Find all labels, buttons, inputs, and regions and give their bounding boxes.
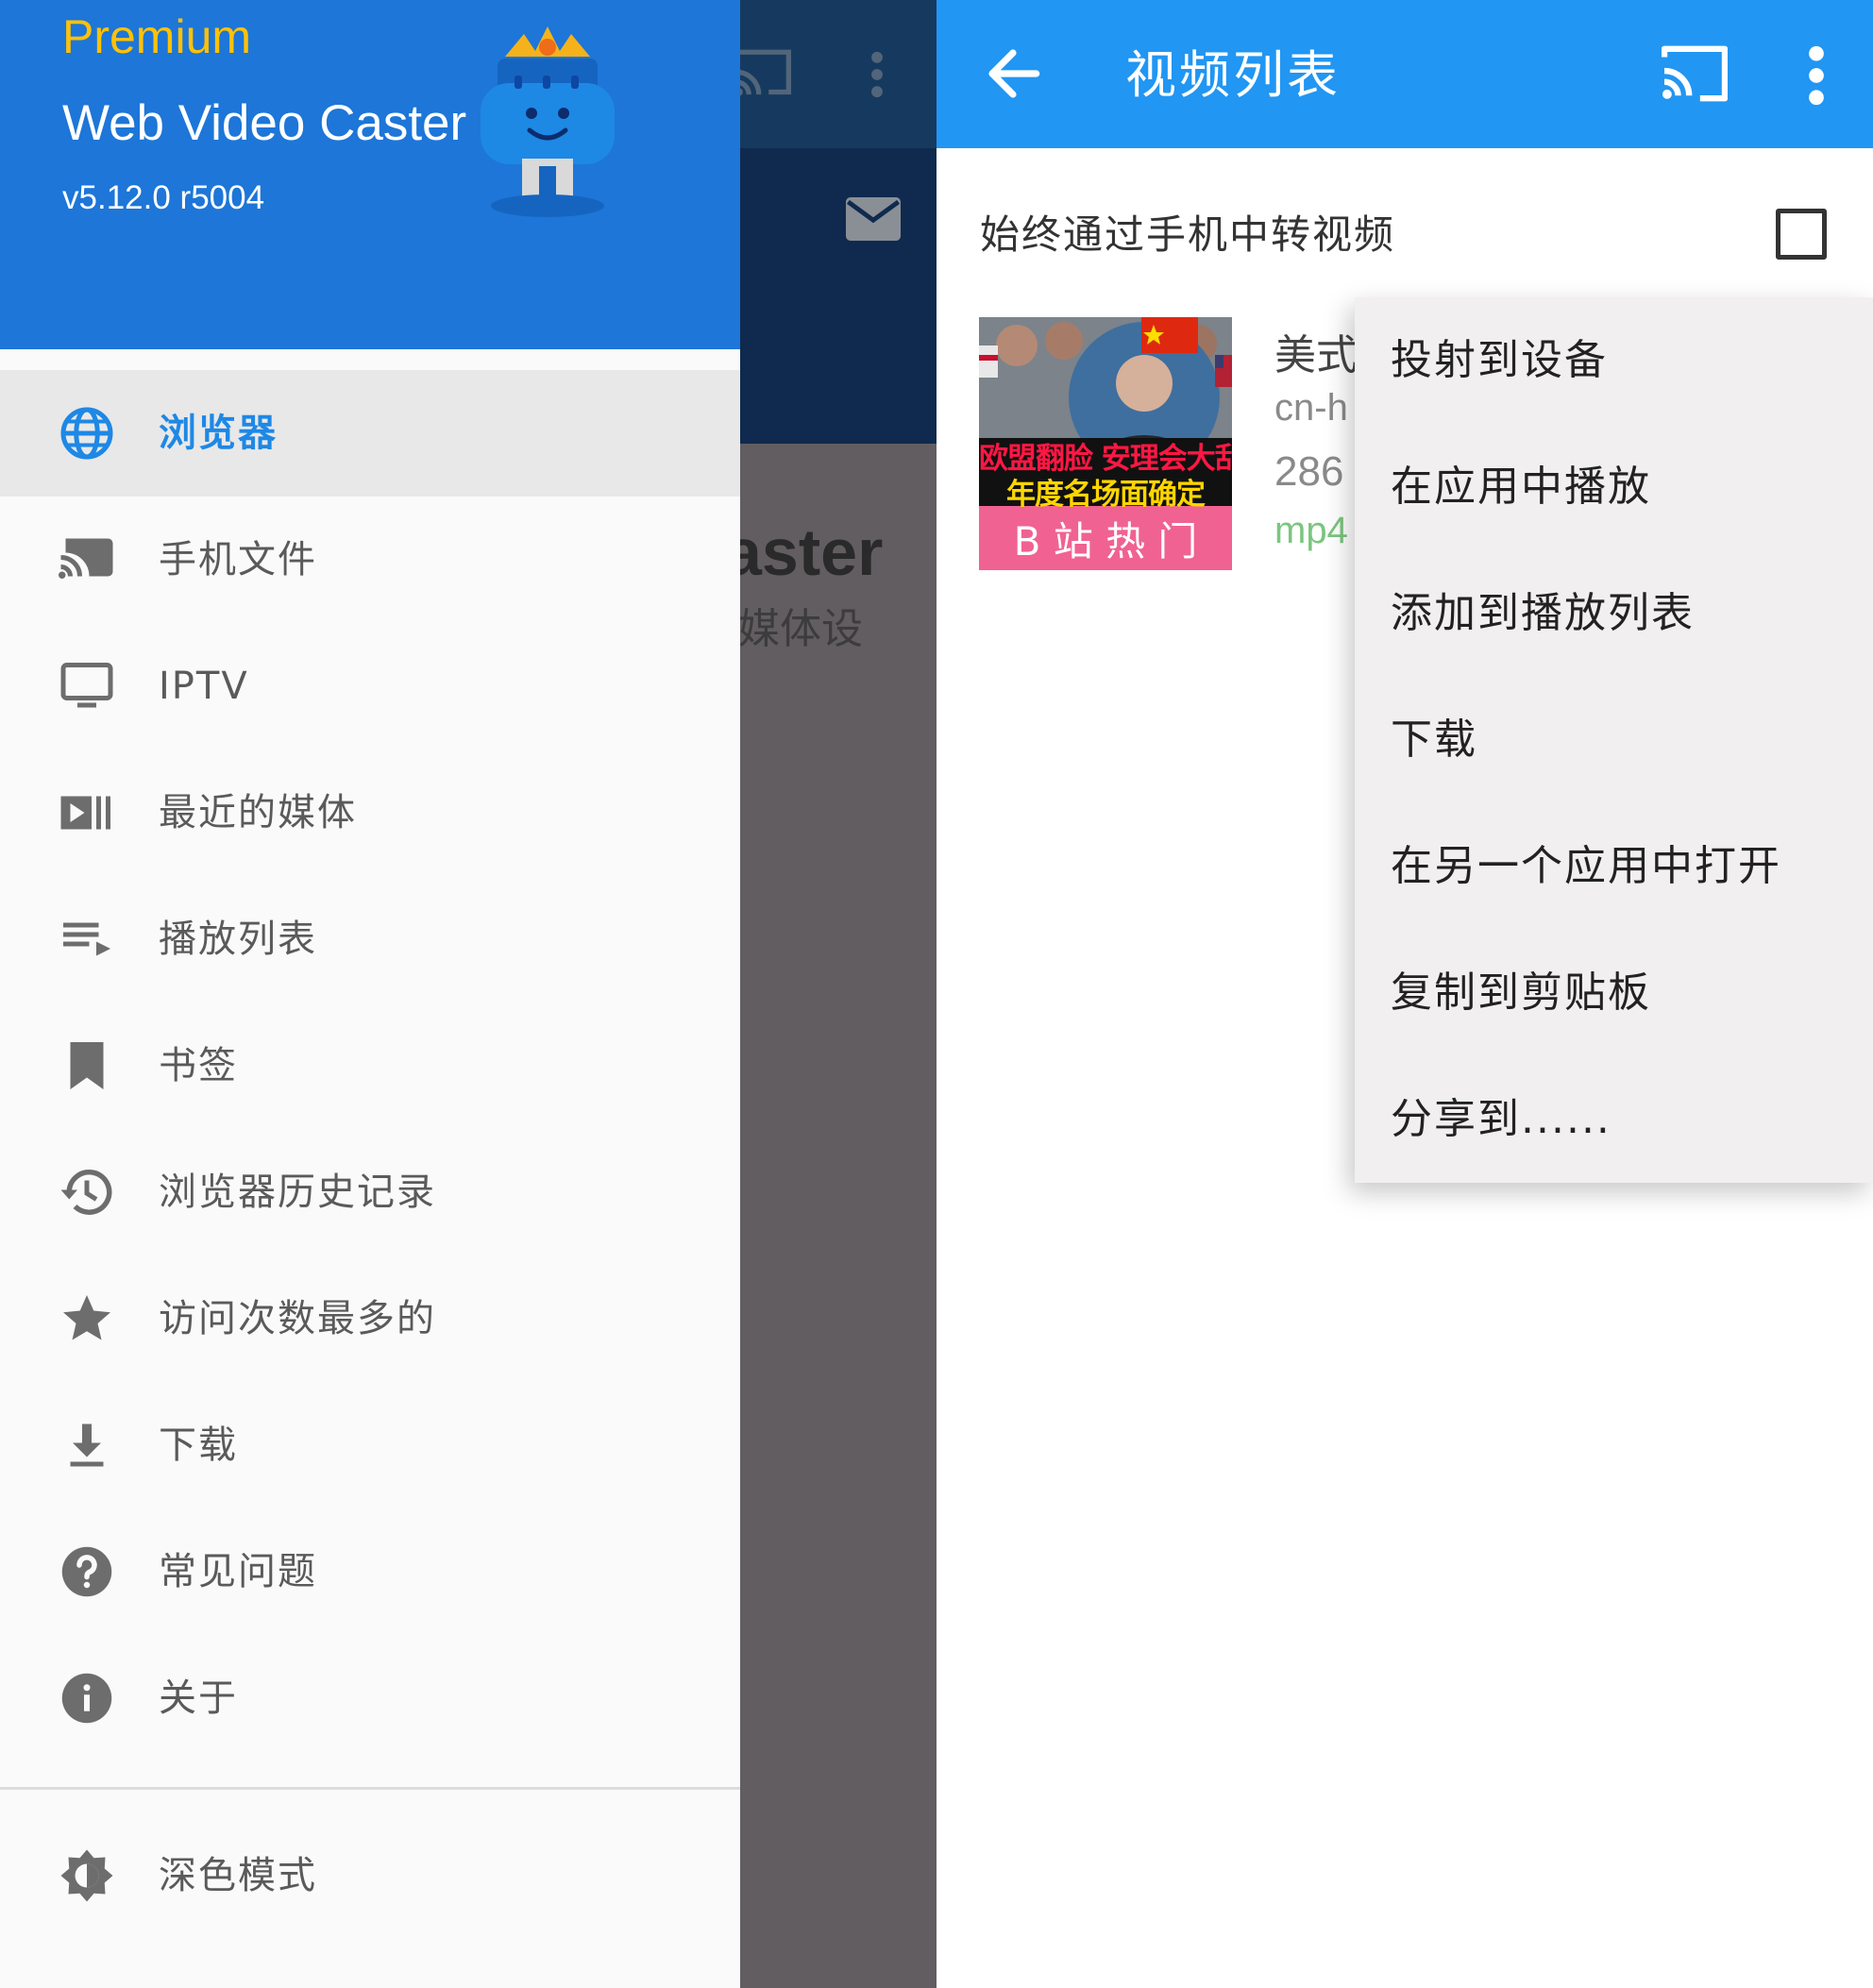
sidebar-item-label: 手机文件 xyxy=(159,538,317,581)
sidebar-item-label: 下载 xyxy=(159,1424,238,1467)
sidebar-item-phone-files[interactable]: 手机文件 xyxy=(0,497,740,623)
playlist-icon xyxy=(59,911,115,968)
more-vert-icon[interactable] xyxy=(1807,45,1826,106)
sidebar-item-most-visited[interactable]: 访问次数最多的 xyxy=(0,1255,740,1382)
sidebar-item-label: 浏览器历史记录 xyxy=(159,1171,436,1214)
drawer-divider xyxy=(0,1787,740,1790)
sidebar-item-label: 浏览器 xyxy=(159,412,278,455)
video-title[interactable]: 美式 xyxy=(1274,321,1358,381)
video-list-screen: 视频列表 始终通过手机中转视频 欧盟翻脸 安理会大乱 年度名场面确定 B 站 热… xyxy=(936,0,1873,1988)
relay-setting-label: 始终通过手机中转视频 xyxy=(980,211,1396,258)
drawer-header: Premium Web Video Caster v5.12.0 r5004 xyxy=(0,0,740,349)
sidebar-item-faq[interactable]: 常见问题 xyxy=(0,1508,740,1635)
menu-item-open-in-other-app[interactable]: 在另一个应用中打开 xyxy=(1355,803,1873,930)
background-header-band xyxy=(740,148,936,444)
sidebar-item-bookmarks[interactable]: 书签 xyxy=(0,1002,740,1129)
sidebar-item-playlist[interactable]: 播放列表 xyxy=(0,876,740,1002)
video-thumbnail[interactable]: 欧盟翻脸 安理会大乱 年度名场面确定 B 站 热 门 xyxy=(979,317,1232,570)
video-host: cn-h xyxy=(1274,387,1348,429)
page-title: 视频列表 xyxy=(1125,45,1341,105)
app-bar: 视频列表 xyxy=(936,0,1873,148)
background-app-subtitle: 媒体设 xyxy=(740,605,863,653)
more-vert-icon xyxy=(871,51,883,98)
menu-item-share[interactable]: 分享到...... xyxy=(1355,1056,1873,1183)
background-app-scrim[interactable]: aster 媒体设 xyxy=(740,0,936,1988)
sidebar-item-iptv[interactable]: IPTV xyxy=(0,623,740,750)
menu-item-cast-to-device[interactable]: 投射到设备 xyxy=(1355,297,1873,424)
info-icon xyxy=(59,1670,115,1727)
navigation-drawer: Premium Web Video Caster v5.12.0 r5004 浏… xyxy=(0,0,740,1988)
video-context-menu: 投射到设备 在应用中播放 添加到播放列表 下载 在另一个应用中打开 复制到剪贴板… xyxy=(1355,297,1873,1183)
video-format: mp4 xyxy=(1274,510,1348,551)
sidebar-item-history[interactable]: 浏览器历史记录 xyxy=(0,1129,740,1255)
sidebar-item-recent-media[interactable]: 最近的媒体 xyxy=(0,750,740,876)
cast-icon[interactable] xyxy=(1662,43,1728,104)
back-arrow-icon[interactable] xyxy=(982,42,1044,105)
relay-checkbox[interactable] xyxy=(1776,209,1827,260)
recent-media-icon xyxy=(59,784,115,841)
app-version: v5.12.0 r5004 xyxy=(62,179,265,216)
mail-icon xyxy=(846,197,901,241)
bookmark-icon xyxy=(59,1037,115,1094)
video-size: 286 xyxy=(1274,448,1344,495)
sidebar-item-label: 关于 xyxy=(159,1676,238,1720)
premium-label: Premium xyxy=(62,10,252,63)
sidebar-item-label: 访问次数最多的 xyxy=(159,1297,436,1340)
sidebar-item-label: IPTV xyxy=(159,665,249,708)
sidebar-item-label: 深色模式 xyxy=(159,1854,317,1897)
background-toolbar xyxy=(740,0,936,148)
tv-icon xyxy=(59,658,115,715)
sidebar-item-label: 书签 xyxy=(159,1044,238,1087)
menu-item-download[interactable]: 下载 xyxy=(1355,677,1873,803)
download-icon xyxy=(59,1417,115,1474)
app-name: Web Video Caster xyxy=(62,95,467,151)
thumbnail-badge: B 站 热 门 xyxy=(1013,518,1198,564)
cast-icon xyxy=(740,49,791,96)
sidebar-item-dark-mode[interactable]: 深色模式 xyxy=(0,1812,740,1939)
thumbnail-subheadline: 年度名场面确定 xyxy=(1006,478,1206,512)
mascot-logo-icon xyxy=(481,26,615,217)
menu-item-add-to-playlist[interactable]: 添加到播放列表 xyxy=(1355,550,1873,677)
sidebar-item-downloads[interactable]: 下载 xyxy=(0,1382,740,1508)
star-icon xyxy=(59,1290,115,1347)
globe-icon xyxy=(59,405,115,462)
sidebar-item-label: 播放列表 xyxy=(159,918,317,961)
sidebar-item-about[interactable]: 关于 xyxy=(0,1635,740,1761)
sidebar-item-label: 常见问题 xyxy=(159,1550,317,1593)
sidebar-item-browser[interactable]: 浏览器 xyxy=(0,370,740,497)
background-app-title: aster xyxy=(740,515,884,589)
help-icon xyxy=(59,1543,115,1600)
cast-files-icon xyxy=(59,531,115,588)
menu-item-play-in-app[interactable]: 在应用中播放 xyxy=(1355,424,1873,550)
menu-item-copy-to-clipboard[interactable]: 复制到剪贴板 xyxy=(1355,930,1873,1056)
history-icon xyxy=(59,1164,115,1221)
brightness-icon xyxy=(59,1847,115,1904)
sidebar-item-label: 最近的媒体 xyxy=(159,791,357,834)
